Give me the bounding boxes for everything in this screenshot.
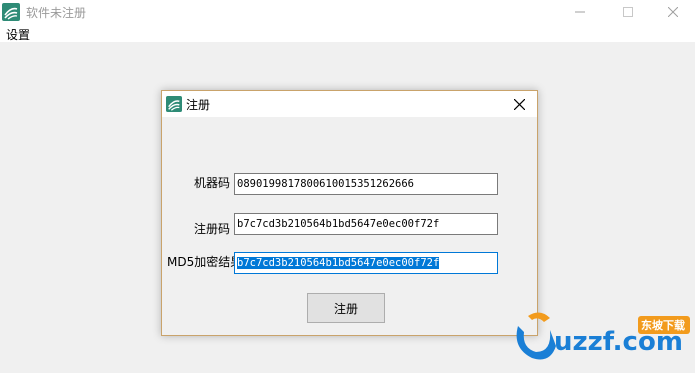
dialog-titlebar: 注册 xyxy=(162,91,537,117)
md5-result-field[interactable]: b7c7cd3b210564b1bd5647e0ec00f72f xyxy=(234,252,498,274)
minimize-button[interactable] xyxy=(557,0,603,24)
close-icon xyxy=(668,7,678,17)
close-button[interactable] xyxy=(650,0,695,24)
machine-code-label: 机器码 xyxy=(194,176,231,190)
window-title: 软件未注册 xyxy=(26,6,87,20)
minimize-icon xyxy=(575,11,585,13)
register-dialog: 注册 机器码 08901998178006100153512626​66 注册码… xyxy=(161,90,538,336)
uzzf-watermark-logo: uzzf.com 东坡下载 xyxy=(516,312,690,360)
register-button[interactable]: 注册 xyxy=(307,293,385,323)
register-code-label: 注册码 xyxy=(194,222,231,236)
md5-result-label: MD5加密结果 xyxy=(167,255,243,269)
register-code-field[interactable]: b7c7cd3b210564b1bd5647e0ec00f72f xyxy=(234,213,498,235)
md5-result-selection: b7c7cd3b210564b1bd5647e0ec00f72f xyxy=(237,257,440,269)
machine-code-field[interactable]: 08901998178006100153512626​66 xyxy=(234,173,498,195)
dialog-close-button[interactable] xyxy=(510,95,528,113)
app-logo-icon xyxy=(166,96,182,112)
maximize-icon xyxy=(623,7,633,17)
close-icon xyxy=(513,98,525,110)
menu-item-settings[interactable]: 设置 xyxy=(6,26,30,43)
watermark-badge: 东坡下载 xyxy=(641,318,685,332)
main-titlebar: 软件未注册 xyxy=(0,0,695,24)
menu-bar: 设置 xyxy=(0,24,695,42)
app-logo-icon xyxy=(2,3,20,21)
dialog-title: 注册 xyxy=(186,98,211,112)
maximize-button[interactable] xyxy=(605,0,651,24)
